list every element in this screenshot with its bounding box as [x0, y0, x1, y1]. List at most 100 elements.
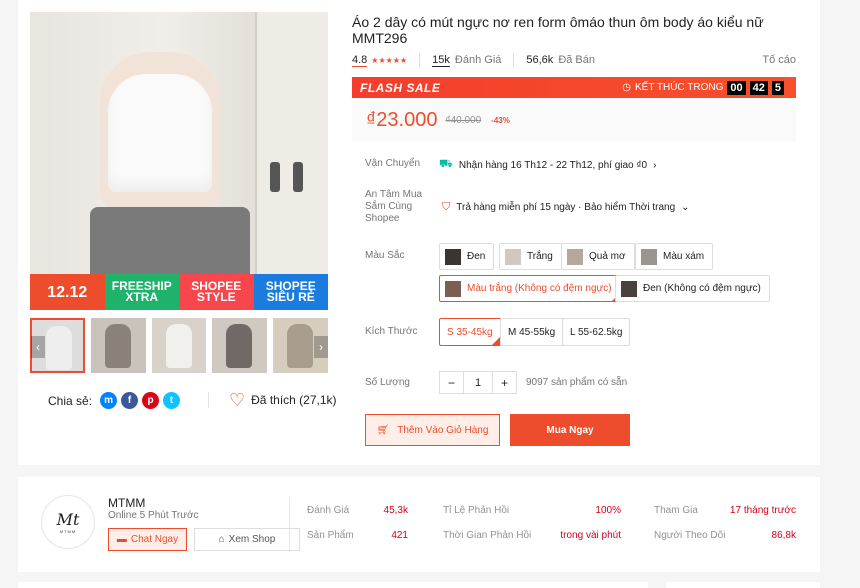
quantity-stepper: − 1 + [439, 371, 517, 394]
color-swatch [567, 248, 583, 265]
color-label: Màu Sắc [365, 250, 405, 261]
rating-value[interactable]: 4.8 [352, 54, 368, 67]
clock-icon: ◷ [622, 82, 632, 93]
share-row: Chia sẻ: m f p t [48, 392, 181, 409]
thumbnail-3[interactable] [151, 318, 207, 373]
color-swatch [641, 248, 657, 265]
next-section-side [666, 582, 820, 588]
rating-stars: ★★★★★ [371, 55, 408, 65]
shipping-info[interactable]: ⛟ Nhận hàng 16 Th12 - 22 Th12, phí giao … [439, 158, 656, 172]
rating-count[interactable]: 15k [432, 54, 450, 67]
share-label: Chia sẻ: [48, 393, 93, 408]
color-option-4[interactable]: Màu xám [635, 243, 714, 270]
flash-sale-label: FLASH SALE [360, 80, 441, 95]
countdown-seconds: 5 [771, 80, 784, 95]
stat-ratings-value: 45,3k [383, 505, 408, 516]
banner-1212: 12.12 [30, 274, 105, 310]
color-option-label: Quả mơ [589, 251, 626, 262]
guarantee-info[interactable]: ⛉ Trả hàng miễn phí 15 ngày · Bảo hiểm T… [442, 201, 690, 214]
flash-countdown: ◷ KẾT THÚC TRONG 00 42 5 [622, 80, 784, 95]
like-count: Đã thích (27,1k) [251, 393, 337, 407]
available-stock: 9097 sản phẩm có sẵn [526, 377, 628, 388]
add-to-cart-label: Thêm Vào Giỏ Hàng [397, 424, 489, 436]
shop-online-status: Online 5 Phút Trước [108, 510, 199, 521]
view-shop-button[interactable]: ⌂ Xem Shop [194, 528, 300, 551]
guarantee-value: Trả hàng miễn phí 15 ngày · Bảo hiểm Thờ… [456, 202, 676, 213]
buy-now-button[interactable]: Mua Ngay [510, 414, 630, 446]
guarantee-label: An Tâm Mua Sắm Cùng Shopee [365, 189, 423, 224]
stat-joined-label: Tham Gia [654, 505, 698, 516]
price-box: ₫23.000 ₫40.000 -43% [352, 98, 796, 142]
size-option-l[interactable]: L 55-62.5kg [562, 318, 631, 346]
ends-label: KẾT THÚC TRONG [635, 82, 724, 93]
stat-response-time-label: Thời Gian Phản Hồi [443, 530, 532, 541]
stat-response-rate-value: 100% [595, 505, 621, 516]
current-price: ₫23.000 [366, 108, 438, 131]
like-button[interactable]: ♡ Đã thích (27,1k) [208, 390, 337, 410]
shipping-value: Nhận hàng 16 Th12 - 22 Th12, phí giao ₫0 [458, 159, 648, 171]
quantity-minus-button[interactable]: − [440, 372, 463, 393]
stat-followers-value: 86,8k [771, 530, 796, 541]
report-link[interactable]: Tố cáo [762, 54, 796, 66]
next-section [18, 582, 648, 588]
thumbnail-next-arrow[interactable]: › [314, 336, 328, 358]
view-shop-label: Xem Shop [228, 534, 276, 545]
color-option-6[interactable]: Đen (Không có đệm ngực) [615, 275, 770, 302]
sold-label: Đã Bán [558, 54, 596, 66]
rating-row: 4.8 ★★★★★ 15k Đánh Giá 56,6k Đã Bán Tố c… [352, 53, 796, 67]
facebook-icon[interactable]: f [121, 392, 139, 409]
product-main-image[interactable]: 12.12 FREESHIP XTRA SHOPEE STYLE SHOPEE … [30, 12, 328, 310]
color-option-label: Đen (Không có đệm ngực) [643, 283, 761, 294]
shop-card: Mt MTMM MTMM Online 5 Phút Trước ▬ Chat … [18, 477, 820, 572]
shop-name[interactable]: MTMM [108, 496, 145, 510]
color-option-3[interactable]: Quả mơ [561, 243, 635, 270]
shipping-label: Vận Chuyển [365, 158, 421, 169]
chevron-down-icon: ⌄ [681, 202, 690, 213]
stat-ratings-label: Đánh Giá [307, 505, 350, 516]
color-option-label: Trắng [527, 251, 553, 262]
thumbnail-4[interactable] [212, 318, 268, 373]
shop-logo-sub: MTMM [59, 529, 77, 534]
thumbnail-2[interactable] [90, 318, 146, 373]
color-swatch [505, 248, 521, 265]
color-option-1[interactable]: Đen [439, 243, 495, 270]
add-to-cart-button[interactable]: 🛒︎ Thêm Vào Giỏ Hàng [365, 414, 500, 446]
size-option-m[interactable]: M 45-55kg [500, 318, 564, 346]
shield-icon: ⛉ [442, 201, 451, 213]
size-label: Kích Thước [365, 326, 418, 337]
thumbnail-prev-arrow[interactable]: ‹ [31, 336, 45, 358]
discount-badge: -43% [491, 115, 510, 125]
stat-response-rate-label: Tỉ Lệ Phản Hồi [443, 505, 510, 516]
stat-response-time-value: trong vài phút [560, 530, 621, 541]
quantity-input[interactable]: 1 [463, 372, 493, 393]
cart-icon: 🛒︎ [376, 424, 390, 436]
stat-products-value: 421 [391, 530, 408, 541]
chat-now-button[interactable]: ▬ Chat Ngay [108, 528, 187, 551]
original-price: ₫40.000 [445, 114, 482, 126]
promo-banner: 12.12 FREESHIP XTRA SHOPEE STYLE SHOPEE … [30, 274, 328, 310]
countdown-minutes: 42 [749, 80, 768, 95]
color-option-5[interactable]: Màu trắng (Không có đệm ngực) [439, 275, 621, 302]
quantity-plus-button[interactable]: + [493, 372, 516, 393]
shop-logo-text: Mt [56, 510, 80, 529]
stat-joined-value: 17 tháng trước [729, 505, 796, 516]
twitter-icon[interactable]: t [163, 392, 181, 409]
color-swatch [445, 280, 461, 297]
pinterest-icon[interactable]: p [142, 392, 160, 409]
color-option-label: Màu trắng (Không có đệm ngực) [467, 283, 612, 294]
heart-icon: ♡ [229, 390, 246, 410]
size-option-s[interactable]: S 35-45kg [439, 318, 501, 346]
product-title: Áo 2 dây có mút ngực nơ ren form ômáo th… [352, 14, 764, 46]
color-swatch [445, 248, 461, 265]
thumbnail-strip [30, 318, 328, 374]
stat-products-label: Sản Phẩm [307, 530, 354, 541]
rating-label: Đánh Giá [454, 54, 502, 66]
chevron-right-icon: › [653, 159, 657, 171]
color-option-label: Màu xám [663, 251, 705, 262]
product-card: 12.12 FREESHIP XTRA SHOPEE STYLE SHOPEE … [18, 0, 820, 465]
color-option-2[interactable]: Trắng [499, 243, 562, 270]
shop-avatar[interactable]: Mt MTMM [41, 495, 95, 549]
banner-freeship: FREESHIP XTRA [104, 274, 179, 310]
store-icon: ⌂ [218, 534, 225, 545]
messenger-icon[interactable]: m [100, 392, 118, 409]
